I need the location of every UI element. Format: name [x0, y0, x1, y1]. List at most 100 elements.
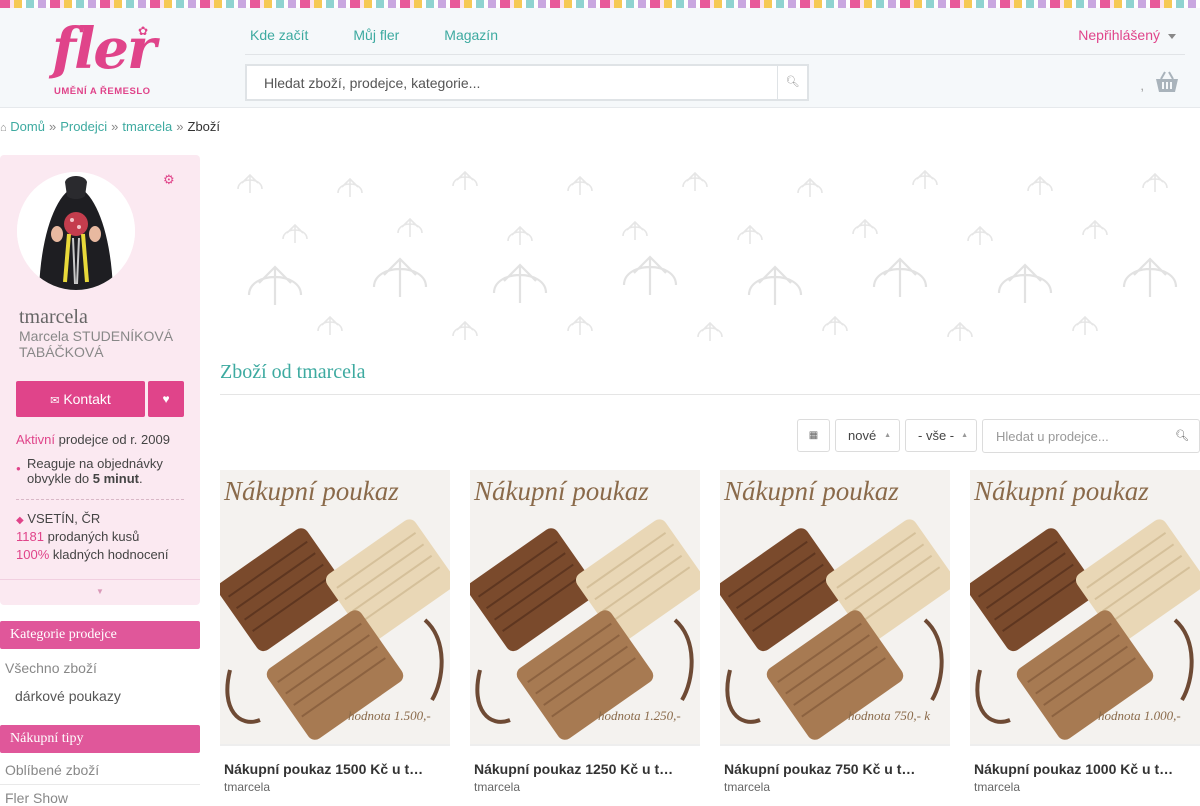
product-title[interactable]: Nákupní poukaz 1500 Kč u tmarcela: [224, 761, 424, 777]
banner-pattern-row-1: [237, 170, 1168, 198]
gear-icon[interactable]: ⚙︎: [163, 172, 175, 188]
tips-heading: Nákupní tipy: [0, 725, 200, 753]
image-heading: Nákupní poukaz: [723, 476, 899, 506]
favorite-seller-button[interactable]: ♥︎: [148, 381, 184, 417]
breadcrumb-seller[interactable]: tmarcela: [122, 119, 172, 134]
seller-search: 🔍︎: [982, 419, 1200, 453]
main-nav: Kde začít Můj fler Magazín: [250, 27, 498, 43]
nav-item-magazin[interactable]: Magazín: [444, 27, 498, 43]
type-select[interactable]: - vše - ▲︎: [905, 419, 977, 452]
category-gift-vouchers[interactable]: dárkové poukazy: [15, 688, 121, 704]
breadcrumb-current: Zboží: [187, 119, 221, 134]
product-image[interactable]: Nákupní poukaz hodnota 1.500,-: [220, 470, 450, 746]
avatar-photo: [17, 172, 135, 290]
sold-text: prodaných kusů: [47, 529, 140, 544]
search-icon[interactable]: 🔍︎: [777, 66, 807, 99]
product-seller[interactable]: tmarcela: [724, 780, 770, 794]
sort-select[interactable]: nové ▲︎: [835, 419, 900, 452]
envelope-icon: ✉︎: [50, 395, 60, 407]
product-title[interactable]: Nákupní poukaz 1000 Kč u tmarcela: [974, 761, 1174, 777]
user-menu[interactable]: Nepřihlášený: [1078, 27, 1176, 43]
image-heading: Nákupní poukaz: [473, 476, 649, 506]
cart-count: ,: [1140, 78, 1144, 93]
product-title[interactable]: Nákupní poukaz 1250 Kč u tmarcela: [474, 761, 674, 777]
sold-number: 1181: [16, 529, 44, 544]
view-toggle-button[interactable]: ▦: [797, 419, 830, 452]
logo-tagline: UMĚNÍ A ŘEMESLO: [54, 86, 151, 97]
banner-pattern: [237, 170, 1178, 342]
nav-item-muj-fler[interactable]: Můj fler: [353, 27, 399, 43]
product-seller[interactable]: tmarcela: [224, 780, 270, 794]
image-value: hodnota 1.500,-: [348, 708, 431, 723]
rating-percent: 100%: [16, 547, 50, 562]
tip-fler-show[interactable]: Fler Show: [5, 790, 68, 806]
product-title[interactable]: Nákupní poukaz 750 Kč u tmarcela: [724, 761, 924, 777]
sort-arrows-icon: ▲︎: [884, 432, 891, 439]
breadcrumb-sellers[interactable]: Prodejci: [60, 119, 107, 134]
banner-pattern-row-4: [317, 316, 1098, 342]
product-card[interactable]: Nákupní poukaz hodnota 1.500,- Nákupní pou…: [220, 470, 450, 800]
product-image[interactable]: Nákupní poukaz hodnota 1.000,-: [970, 470, 1200, 746]
category-all-goods[interactable]: Všechno zboží: [5, 660, 97, 676]
search-input[interactable]: [247, 66, 777, 99]
banner-pattern-row-2: [282, 218, 1108, 246]
image-value: hodnota 750,- k: [848, 708, 930, 723]
type-value: - vše -: [918, 428, 955, 443]
chevron-down-icon: [1168, 33, 1176, 39]
product-seller[interactable]: tmarcela: [974, 780, 1020, 794]
contact-button[interactable]: ✉︎ Kontakt: [16, 381, 145, 417]
breadcrumb-home[interactable]: Domů: [10, 119, 45, 134]
tip-favorite-goods[interactable]: Oblíbené zboží: [5, 762, 99, 778]
seller-rating[interactable]: 100% kladných hodnocení: [16, 547, 169, 562]
status-word: Aktivní: [16, 432, 56, 447]
contact-label: Kontakt: [63, 391, 111, 407]
user-label: Nepřihlášený: [1078, 27, 1160, 43]
seller-profile: ⚙︎ tmarcela Marcela STUDENÍKOVÁ TABÁČKOV…: [0, 155, 200, 605]
tips-divider: [0, 784, 200, 785]
product-card[interactable]: Nákupní poukaz hodnota 1.250,- Nákupní pou…: [470, 470, 700, 800]
grid-icon: ▦: [808, 430, 819, 441]
seller-since: Aktivní prodejce od r. 2009: [16, 432, 170, 447]
sort-value: nové: [848, 428, 877, 443]
product-image[interactable]: Nákupní poukaz hodnota 750,- k: [720, 470, 950, 746]
seller-search-input[interactable]: [983, 420, 1163, 452]
section-divider: [220, 394, 1200, 395]
search-icon[interactable]: 🔍︎: [1175, 420, 1189, 452]
cart-icon[interactable]: [1154, 70, 1180, 94]
response-time: ● Reaguje na objednávky obvykle do 5 min…: [16, 456, 186, 486]
seller-banner: [220, 155, 1200, 342]
site-search: 🔍︎: [245, 64, 809, 101]
site-header: fler ✿ UMĚNÍ A ŘEMESLO Kde začít Můj fle…: [0, 8, 1200, 108]
image-heading: Nákupní poukaz: [223, 476, 399, 506]
nav-item-kde-zacit[interactable]: Kde začít: [250, 27, 308, 43]
product-photo: Nákupní poukaz hodnota 1.250,-: [470, 470, 700, 744]
top-stripe: [0, 0, 1200, 8]
section-title: Zboží od tmarcela: [220, 361, 366, 383]
react-time: 5 minut: [92, 471, 140, 486]
seller-location: ◆ VSETÍN, ČR: [16, 511, 100, 526]
home-icon: ⌂: [0, 122, 7, 134]
clock-icon: ●: [16, 464, 21, 473]
profile-username[interactable]: tmarcela: [19, 306, 88, 329]
product-photo: Nákupní poukaz hodnota 1.500,-: [220, 470, 450, 744]
product-card[interactable]: Nákupní poukaz hodnota 750,- k Nákupní pou…: [720, 470, 950, 800]
rating-text: kladných hodnocení: [52, 547, 169, 562]
profile-expand[interactable]: ▼: [0, 579, 200, 605]
product-photo: Nákupní poukaz hodnota 1.000,-: [970, 470, 1200, 744]
profile-divider: [16, 499, 184, 500]
breadcrumb-separator: »: [48, 119, 57, 134]
image-value: hodnota 1.000,-: [1098, 708, 1181, 723]
chevron-down-icon: ▼: [96, 587, 104, 596]
breadcrumb-separator: »: [176, 119, 184, 134]
heart-icon: ♥︎: [162, 392, 170, 406]
type-arrows-icon: ▲︎: [961, 432, 968, 439]
avatar[interactable]: [17, 172, 135, 290]
logo[interactable]: fler ✿ UMĚNÍ A ŘEMESLO: [52, 16, 172, 102]
butterfly-icon: ✿: [138, 24, 149, 38]
categories-heading: Kategorie prodejce: [0, 621, 200, 649]
product-image[interactable]: Nákupní poukaz hodnota 1.250,-: [470, 470, 700, 746]
product-card[interactable]: Nákupní poukaz hodnota 1.000,- Nákupní pou…: [970, 470, 1200, 800]
banner-pattern-row-3: [247, 255, 1178, 307]
product-seller[interactable]: tmarcela: [474, 780, 520, 794]
nav-divider: [245, 54, 1185, 55]
